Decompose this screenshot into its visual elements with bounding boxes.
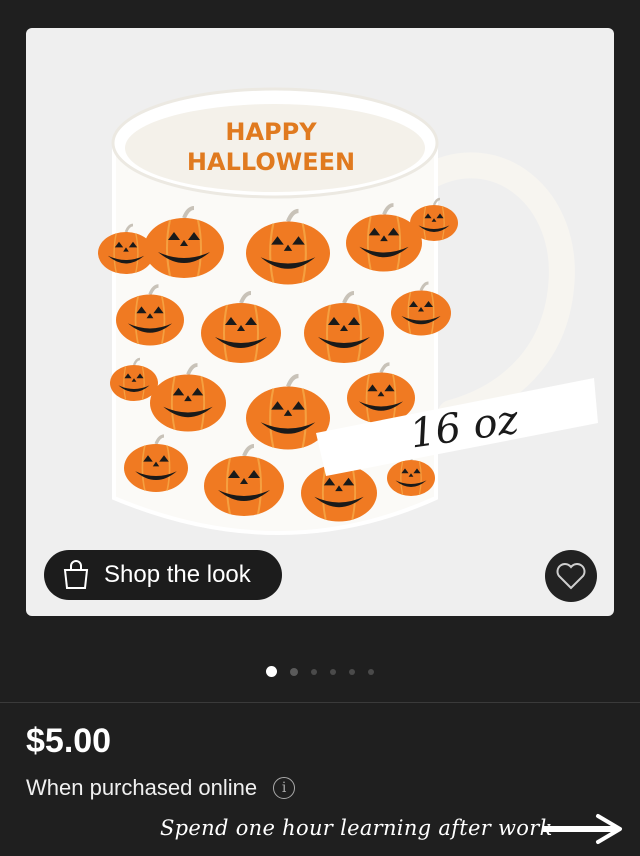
carousel-dot[interactable] xyxy=(368,668,374,675)
purchase-note: When purchased online i xyxy=(26,775,296,801)
carousel-dot[interactable] xyxy=(311,668,317,675)
carousel-dot[interactable] xyxy=(290,667,298,676)
mug-illustration: HAPPY HALLOWEEN 16 oz xyxy=(98,87,598,535)
product-price: $5.00 xyxy=(26,722,112,760)
carousel-dot-active[interactable] xyxy=(266,666,277,677)
mug-text-line2: HALLOWEEN xyxy=(187,148,355,176)
info-icon[interactable]: i xyxy=(273,777,296,799)
section-divider xyxy=(0,702,640,703)
shop-the-look-label: Shop the look xyxy=(104,561,251,588)
shopping-bag-icon xyxy=(63,560,89,589)
carousel-dot[interactable] xyxy=(349,668,355,675)
mug-text-line1: HAPPY xyxy=(225,118,317,146)
favorite-button[interactable] xyxy=(545,550,597,602)
right-arrow-icon xyxy=(542,814,622,844)
carousel-indicator xyxy=(0,666,640,677)
shop-the-look-button[interactable]: Shop the look xyxy=(44,550,282,600)
heart-icon xyxy=(556,563,586,590)
product-image-card[interactable]: HAPPY HALLOWEEN 16 oz Shop the look xyxy=(26,28,614,616)
purchase-note-label: When purchased online xyxy=(26,775,258,800)
overlay-caption: Spend one hour learning after work xyxy=(160,816,553,840)
carousel-dot[interactable] xyxy=(330,668,336,675)
mug-handle xyxy=(413,152,575,426)
